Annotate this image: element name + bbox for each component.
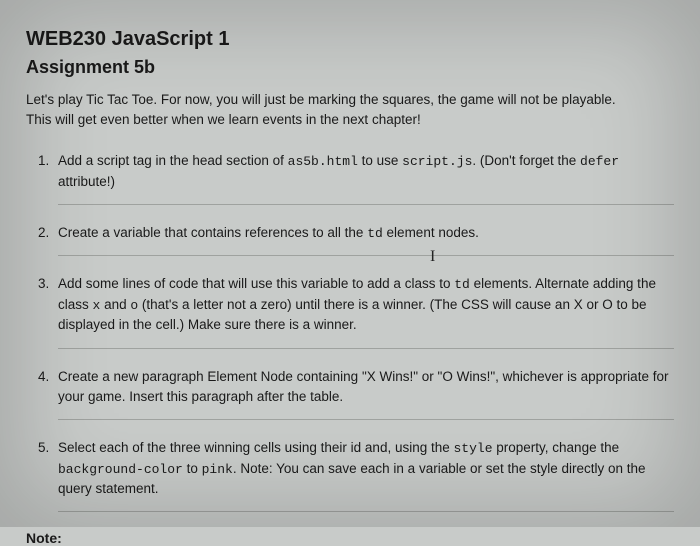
list-text: attribute!) (58, 174, 115, 189)
list-item: 4. Create a new paragraph Element Node c… (58, 367, 674, 421)
list-number: 2. (38, 223, 49, 243)
intro-paragraph: Let's play Tic Tac Toe. For now, you wil… (26, 90, 674, 129)
list-text: Add a script tag in the head section of (58, 153, 288, 168)
code-property: style (454, 441, 493, 456)
code-element: td (367, 226, 383, 241)
list-text: to use (358, 153, 402, 168)
list-item: 5. Select each of the three winning cell… (58, 438, 674, 512)
list-text: Create a variable that contains referenc… (58, 225, 367, 240)
intro-line-2: This will get even better when we learn … (26, 112, 421, 127)
list-text: to (183, 461, 202, 476)
note-heading: Note: (26, 530, 674, 546)
list-text: Create a new paragraph Element Node cont… (58, 369, 668, 404)
list-number: 5. (38, 438, 49, 458)
code-class: o (130, 298, 138, 313)
assignment-title: Assignment 5b (26, 57, 674, 78)
list-number: 1. (38, 151, 49, 171)
list-text: . (Don't forget the (472, 153, 580, 168)
list-text: Add some lines of code that will use thi… (58, 276, 454, 291)
code-property: background-color (58, 462, 183, 477)
instruction-list: 1. Add a script tag in the head section … (26, 151, 674, 512)
list-item: 2. Create a variable that contains refer… (58, 223, 674, 257)
list-text: element nodes. (383, 225, 479, 240)
list-item: 3. Add some lines of code that will use … (58, 274, 674, 348)
code-filename: as5b.html (288, 154, 358, 169)
intro-line-1: Let's play Tic Tac Toe. For now, you wil… (26, 92, 616, 107)
list-text: and (100, 297, 130, 312)
list-number: 4. (38, 367, 49, 387)
code-element: td (454, 277, 470, 292)
code-keyword: defer (580, 154, 619, 169)
list-number: 3. (38, 274, 49, 294)
list-text: Select each of the three winning cells u… (58, 440, 454, 455)
list-item: 1. Add a script tag in the head section … (58, 151, 674, 205)
code-filename: script.js (402, 154, 472, 169)
course-title: WEB230 JavaScript 1 (26, 28, 674, 51)
code-value: pink (202, 462, 233, 477)
list-text: property, change the (493, 440, 620, 455)
list-text: (that's a letter not a zero) until there… (58, 297, 647, 333)
